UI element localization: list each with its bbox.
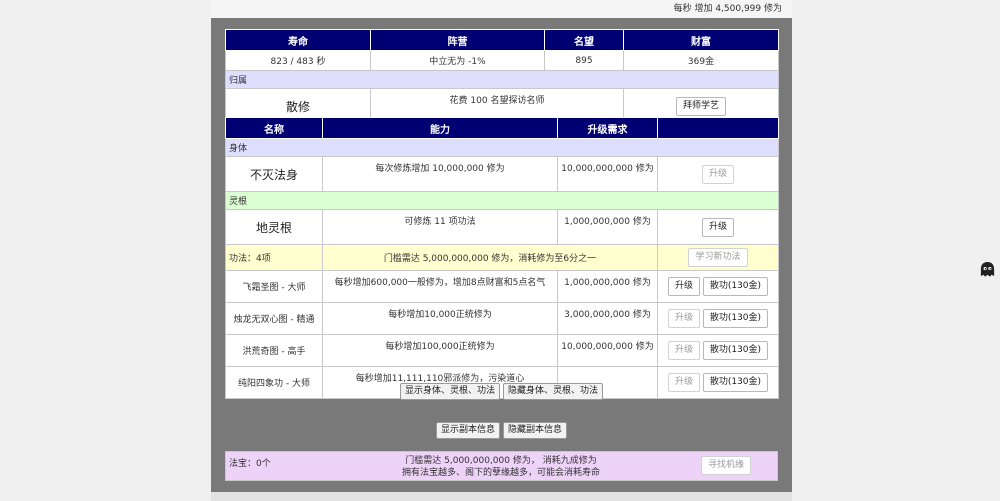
skill-requirement: 10,000,000,000 修为 [557,334,658,367]
skill-name: 飞霜圣图 - 大师 [225,270,323,303]
stats-table: 寿命 阵营 名望 财富 823 / 483 秒 中立无为 -1% 895 369… [225,29,779,124]
header-lifespan: 寿命 [225,29,371,51]
skill-ability: 每秒增加100,000正统修为 [322,334,558,367]
skills-section-desc: 门槛需达 5,000,000,000 修为，消耗修为至6分之一 [322,244,658,271]
root-requirement: 1,000,000,000 修为 [557,209,658,245]
skill-ability: 每秒增加600,000一般修为，增加8点财富和5点名气 [322,270,558,303]
skill-upgrade-button[interactable]: 升级 [667,309,700,328]
affiliation-section-label: 归属 [225,70,779,89]
root-row: 地灵根 可修炼 11 项功法 1,000,000,000 修为 升级 [225,209,779,245]
body-row: 不灭法身 每次修炼增加 10,000,000 修为 10,000,000,000… [225,156,779,192]
body-requirement: 10,000,000,000 修为 [557,156,658,192]
root-action-cell: 升级 [657,209,779,245]
abilities-table: 名称 能力 升级需求 身体 不灭法身 每次修炼增加 10,000,000 修为 … [225,117,779,399]
skill-row: 烛龙无双心图 - 精通 每秒增加10,000正统修为 3,000,000,000… [225,302,779,335]
fame-value: 895 [544,50,624,71]
root-name: 地灵根 [225,209,323,245]
cultivation-rate: 每秒 增加 4,500,999 修为 [673,4,782,14]
skills-learn-cell: 学习新功法 [657,244,779,271]
skill-requirement: 1,000,000,000 修为 [557,270,658,303]
skill-requirement: 3,000,000,000 修为 [557,302,658,335]
header-actions [657,117,779,139]
body-upgrade-button[interactable]: 升级 [701,164,734,184]
lifespan-value: 823 / 483 秒 [225,50,371,71]
skills-section-label: 功法：4项 [225,244,323,271]
skill-scatter-button[interactable]: 散功(130金) [702,341,769,360]
treasure-desc: 门槛需达 5,000,000,000 修为， 消耗九成修为 拥有法宝越多、阁下的… [346,455,656,479]
body-section-label: 身体 [225,138,779,157]
show-body-button[interactable]: 显示身体、灵根、功法 [400,383,501,400]
seek-master-button[interactable]: 拜师学艺 [675,96,726,116]
wealth-value: 369金 [623,50,779,71]
stats-value-row: 823 / 483 秒 中立无为 -1% 895 369金 [225,50,779,71]
skill-scatter-button[interactable]: 散功(130金) [702,277,769,296]
skill-row: 飞霜圣图 - 大师 每秒增加600,000一般修为，增加8点财富和5点名气 1,… [225,270,779,303]
root-section-row: 灵根 [225,191,779,210]
treasure-desc-line1: 门槛需达 5,000,000,000 修为， 消耗九成修为 [405,456,597,466]
page: 每秒 增加 4,500,999 修为 寿命 阵营 名望 财富 823 / 483… [0,0,1000,501]
header-faction: 阵营 [370,29,545,51]
skill-action-cell: 升级 散功(130金) [657,270,779,303]
affiliation-section-row: 归属 [225,70,779,89]
ghost-icon[interactable] [979,261,996,278]
hide-dungeon-button[interactable]: 隐藏副本信息 [502,422,567,439]
learn-skill-button[interactable]: 学习新功法 [688,248,748,267]
root-ability: 可修炼 11 项功法 [322,209,558,245]
header-name: 名称 [225,117,323,139]
root-upgrade-button[interactable]: 升级 [701,217,734,237]
top-bar: 每秒 增加 4,500,999 修为 [211,0,792,18]
seek-fortune-button[interactable]: 寻找机缘 [701,456,752,475]
root-section-label: 灵根 [225,191,779,210]
body-ability: 每次修炼增加 10,000,000 修为 [322,156,558,192]
treasure-desc-line2: 拥有法宝越多、阁下的孽缘越多，可能会消耗寿命 [401,468,600,478]
body-toggle-row: 显示身体、灵根、功法 隐藏身体、灵根、功法 [211,383,792,400]
skill-upgrade-button[interactable]: 升级 [667,341,700,360]
skill-upgrade-button[interactable]: 升级 [667,277,700,296]
dungeon-toggle-row: 显示副本信息 隐藏副本信息 [211,422,792,439]
skill-name: 洪荒奇图 - 高手 [225,334,323,367]
show-dungeon-button[interactable]: 显示副本信息 [436,422,501,439]
bottom-strip [211,492,792,501]
header-ability: 能力 [322,117,558,139]
header-fame: 名望 [544,29,624,51]
skill-action-cell: 升级 散功(130金) [657,334,779,367]
header-wealth: 财富 [623,29,779,51]
skills-section-row: 功法：4项 门槛需达 5,000,000,000 修为，消耗修为至6分之一 学习… [225,244,779,271]
skill-scatter-button[interactable]: 散功(130金) [702,309,769,328]
skill-row: 洪荒奇图 - 高手 每秒增加100,000正统修为 10,000,000,000… [225,334,779,367]
stats-header-row: 寿命 阵营 名望 财富 [225,29,779,51]
body-name: 不灭法身 [225,156,323,192]
faction-value: 中立无为 -1% [370,50,545,71]
skill-ability: 每秒增加10,000正统修为 [322,302,558,335]
treasure-label: 法宝：0个 [229,459,271,469]
skill-action-cell: 升级 散功(130金) [657,302,779,335]
hide-body-button[interactable]: 隐藏身体、灵根、功法 [502,383,603,400]
treasure-section: 法宝：0个 门槛需达 5,000,000,000 修为， 消耗九成修为 拥有法宝… [225,451,778,481]
skill-name: 烛龙无双心图 - 精通 [225,302,323,335]
body-section-row: 身体 [225,138,779,157]
header-requirement: 升级需求 [557,117,658,139]
abilities-header-row: 名称 能力 升级需求 [225,117,779,139]
body-action-cell: 升级 [657,156,779,192]
